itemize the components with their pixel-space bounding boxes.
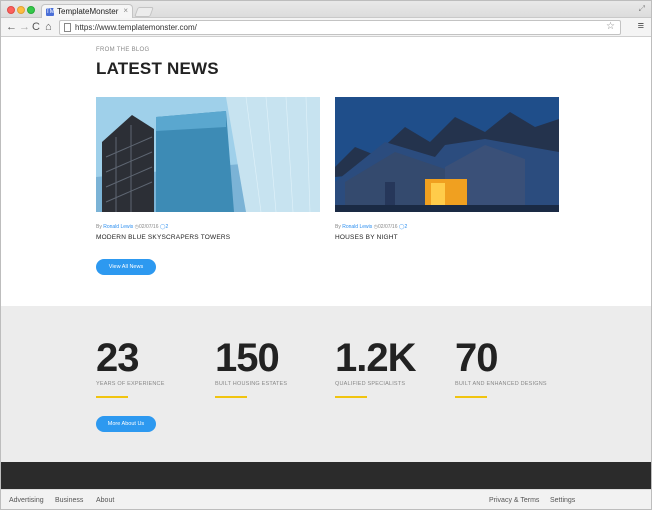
- reload-icon[interactable]: C: [32, 20, 40, 34]
- news-card[interactable]: By Ronald Lewis ◷02/07/16 ◯2 HOUSES BY N…: [335, 97, 559, 241]
- maximize-window-button[interactable]: [27, 6, 35, 14]
- address-bar[interactable]: https://www.templatemonster.com/ ☆: [59, 20, 621, 35]
- footer-link-privacy[interactable]: Privacy & Terms: [489, 497, 539, 504]
- author-link[interactable]: Ronald Lewis: [342, 224, 372, 230]
- footer-dark-band: [1, 462, 651, 489]
- stat-underline: [335, 396, 367, 398]
- post-meta: By Ronald Lewis ◷02/07/16 ◯2: [335, 224, 408, 230]
- page-icon: [64, 23, 71, 32]
- stat-specialists: 1.2K Qualified specialists: [335, 338, 455, 398]
- post-title[interactable]: HOUSES BY NIGHT: [335, 234, 559, 241]
- stat-housing: 150 Built housing estates: [215, 338, 335, 398]
- bookmark-star-icon[interactable]: ☆: [606, 21, 615, 32]
- back-icon[interactable]: ←: [6, 20, 17, 34]
- footer-bar: Advertising Business About Privacy & Ter…: [1, 489, 651, 509]
- author-link[interactable]: Ronald Lewis: [103, 224, 133, 230]
- restore-icon[interactable]: ⤢: [639, 4, 645, 14]
- stat-designs: 70 Built and enhanced designs: [455, 338, 575, 398]
- stat-label: Built housing estates: [215, 381, 288, 387]
- close-window-button[interactable]: [7, 6, 15, 14]
- view-all-news-button[interactable]: View All News: [96, 259, 156, 275]
- page-title: LATEST NEWS: [96, 59, 219, 78]
- stat-label: Years of experience: [96, 381, 165, 387]
- browser-toolbar: ← → C ⌂ https://www.templatemonster.com/…: [1, 18, 651, 37]
- news-card[interactable]: By Ronald Lewis ◷02/07/16 ◯2 MODERN BLUE…: [96, 97, 320, 241]
- stat-label: Qualified specialists: [335, 381, 406, 387]
- stat-underline: [96, 396, 128, 398]
- post-title[interactable]: MODERN BLUE SKYSCRAPERS TOWERS: [96, 234, 320, 241]
- forward-icon[interactable]: →: [19, 20, 30, 34]
- tab-close-icon[interactable]: ×: [123, 6, 128, 15]
- stat-underline: [215, 396, 247, 398]
- browser-window: TM TemplateMonster × ⤢ ← → C ⌂ https://w…: [0, 0, 652, 510]
- minimize-window-button[interactable]: [17, 6, 25, 14]
- stat-value: 23: [96, 336, 140, 380]
- footer-link-settings[interactable]: Settings: [550, 497, 575, 504]
- favicon-icon: TM: [46, 8, 55, 16]
- url-text[interactable]: https://www.templatemonster.com/: [75, 23, 197, 32]
- stat-label: Built and enhanced designs: [455, 381, 547, 387]
- footer-link-about[interactable]: About: [96, 497, 114, 504]
- footer-link-advertising[interactable]: Advertising: [9, 497, 44, 504]
- new-tab-button[interactable]: [134, 7, 154, 17]
- home-icon[interactable]: ⌂: [45, 20, 52, 34]
- tab-bar: TM TemplateMonster × ⤢: [1, 1, 651, 18]
- more-about-us-button[interactable]: More About Us: [96, 416, 156, 432]
- footer-link-business[interactable]: Business: [55, 497, 83, 504]
- post-date: 02/07/16: [139, 224, 159, 230]
- stat-years: 23 Years of experience: [96, 338, 216, 398]
- comment-count[interactable]: 2: [166, 224, 169, 230]
- menu-icon[interactable]: ≡: [638, 20, 644, 32]
- stat-value: 1.2K: [335, 336, 417, 380]
- section-eyebrow: From the blog: [96, 47, 150, 53]
- stat-underline: [455, 396, 487, 398]
- stat-value: 150: [215, 336, 280, 380]
- comment-count[interactable]: 2: [405, 224, 408, 230]
- houses-night-image[interactable]: [335, 97, 559, 212]
- browser-tab[interactable]: TM TemplateMonster ×: [41, 4, 133, 18]
- post-date: 02/07/16: [378, 224, 398, 230]
- post-meta: By Ronald Lewis ◷02/07/16 ◯2: [96, 224, 169, 230]
- tab-title: TemplateMonster: [57, 7, 119, 16]
- skyscrapers-image[interactable]: [96, 97, 320, 212]
- stat-value: 70: [455, 336, 499, 380]
